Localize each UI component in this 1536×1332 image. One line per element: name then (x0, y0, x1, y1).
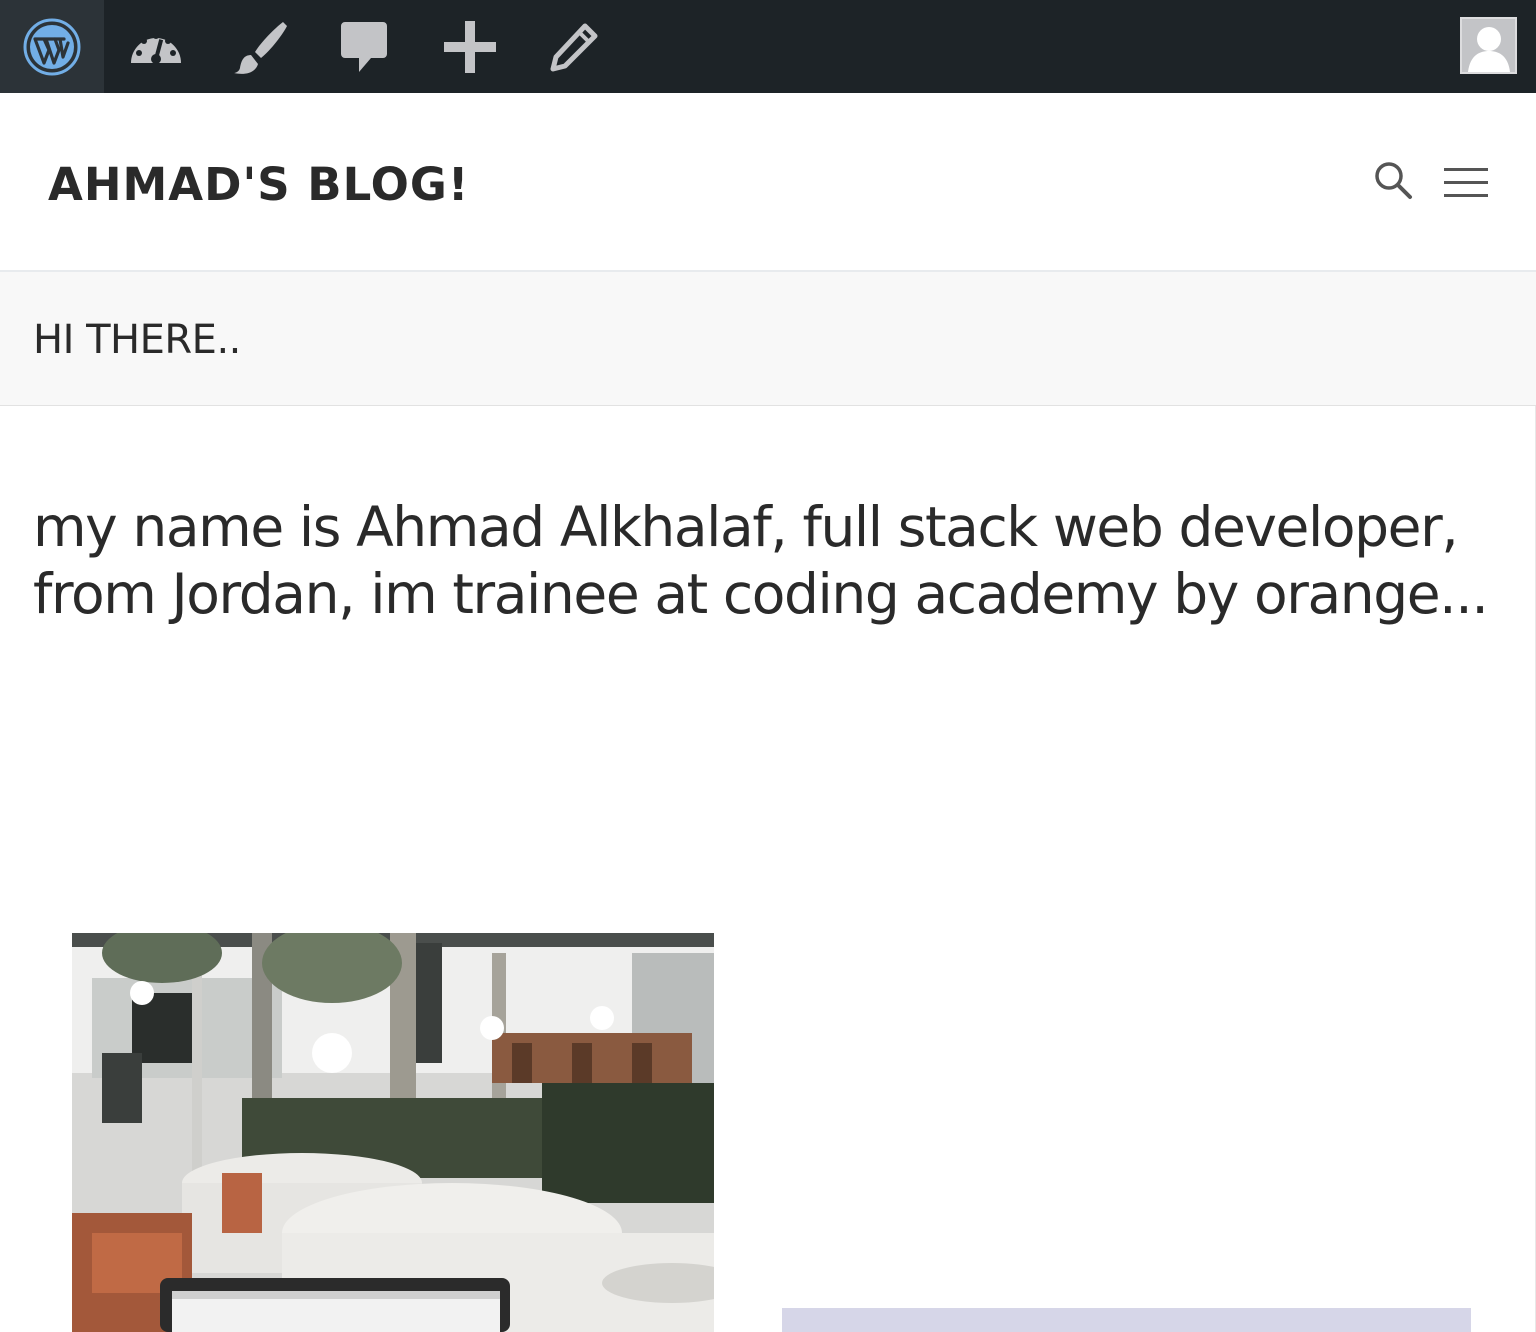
search-icon (1375, 162, 1412, 199)
wordpress-menu-button[interactable] (0, 0, 104, 93)
cafe-photo (72, 933, 714, 1332)
featured-image (72, 933, 714, 1332)
search-button[interactable] (1372, 159, 1416, 203)
page-header: HI THERE.. (0, 272, 1536, 406)
avatar-icon (1462, 19, 1515, 72)
menu-toggle-button[interactable] (1440, 163, 1492, 203)
page-content: my name is Ahmad Alkhalaf, full stack we… (0, 406, 1536, 1332)
secondary-image-placeholder (782, 1308, 1471, 1332)
intro-paragraph: my name is Ahmad Alkhalaf, full stack we… (33, 495, 1489, 626)
page-title: HI THERE.. (33, 317, 241, 363)
comment-icon (341, 21, 387, 72)
dashboard-icon (131, 32, 181, 64)
account-avatar-button[interactable] (1460, 17, 1517, 74)
new-content-button[interactable] (416, 0, 524, 93)
dashboard-button[interactable] (104, 0, 208, 93)
comments-button[interactable] (312, 0, 416, 93)
hamburger-menu-icon (1444, 168, 1488, 197)
customize-button[interactable] (208, 0, 312, 93)
pencil-icon (550, 23, 598, 71)
brush-icon (234, 21, 287, 74)
edit-page-button[interactable] (524, 0, 624, 93)
admin-bar (0, 0, 1536, 93)
site-title[interactable]: AHMAD'S BLOG! (48, 155, 469, 215)
plus-icon (444, 20, 496, 73)
site-header: AHMAD'S BLOG! (0, 93, 1536, 272)
wordpress-icon (23, 18, 81, 75)
